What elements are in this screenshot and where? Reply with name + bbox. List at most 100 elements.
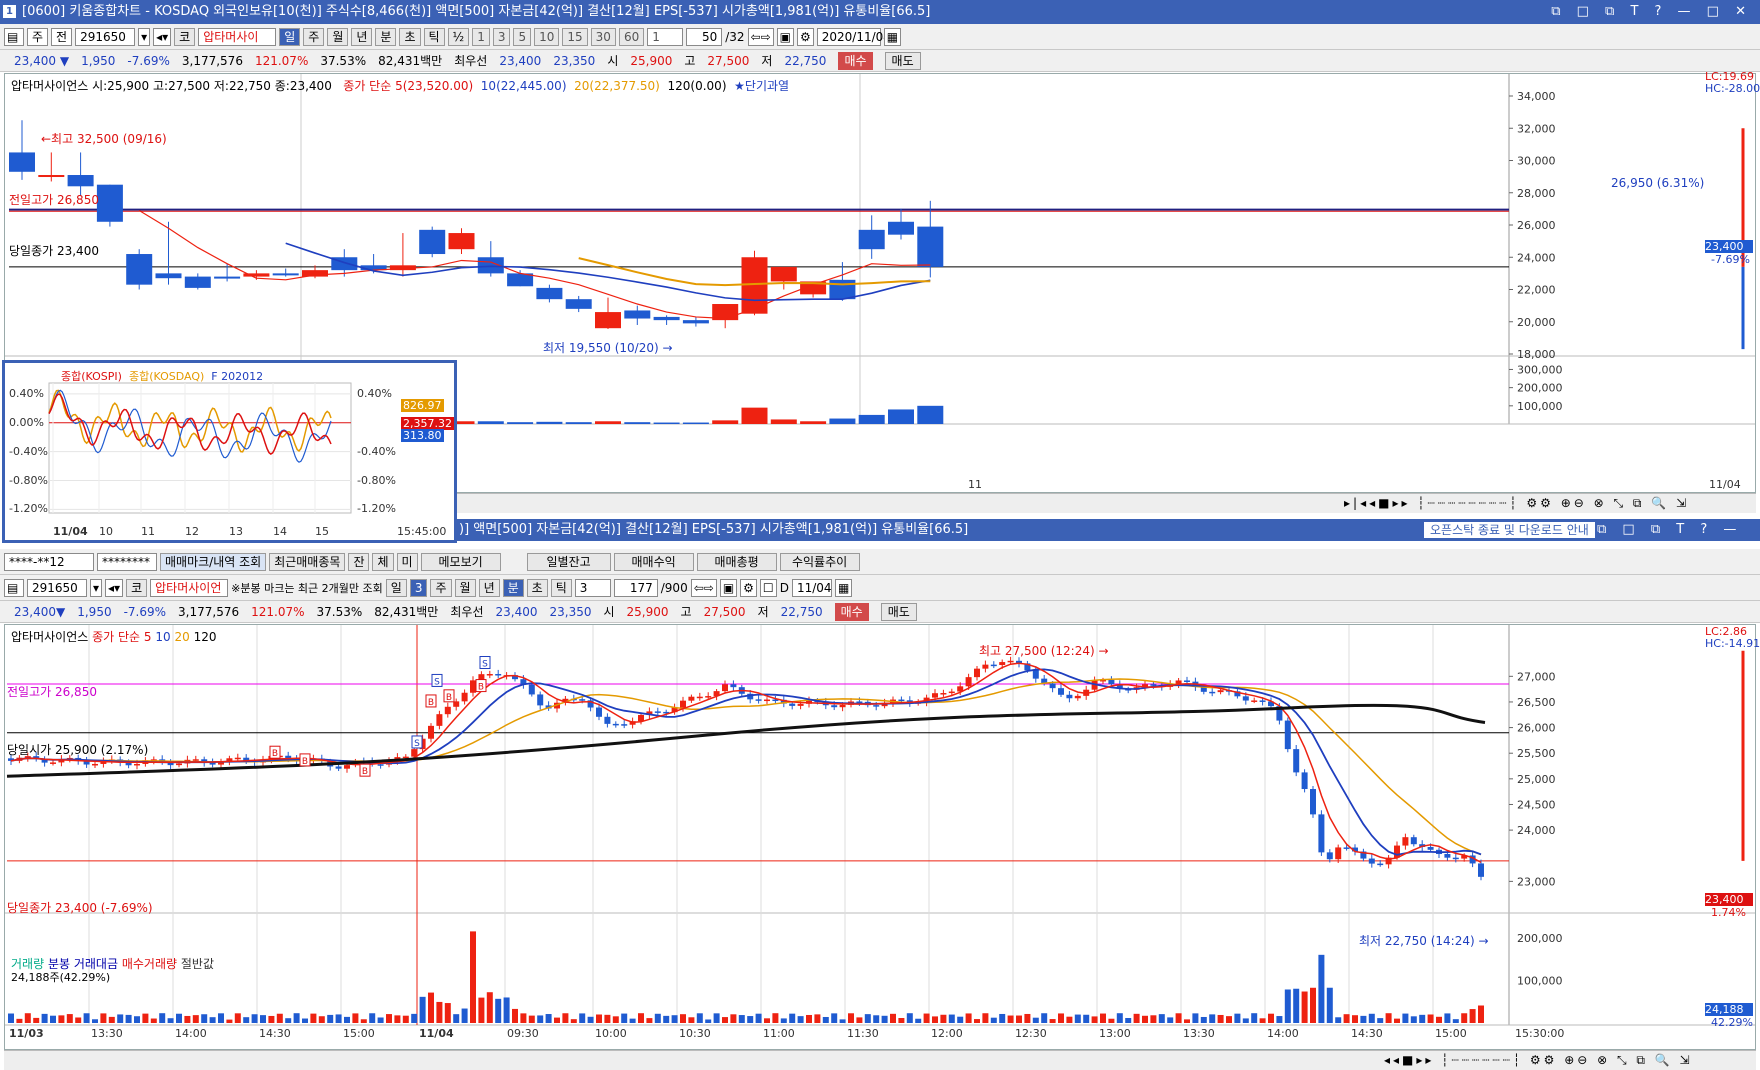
trade-mark-query-button[interactable]: 매매마크/내역 조회 <box>160 552 267 571</box>
period-minute[interactable]: 분 <box>375 27 397 46</box>
sell-button[interactable]: 매도 <box>884 51 921 70</box>
trade-profit-button[interactable]: 매매수익 <box>613 552 694 571</box>
min-candle <box>1217 690 1224 693</box>
min-x-label: 15:00 <box>1435 1027 1467 1040</box>
buy-button-2[interactable]: 매수 <box>834 602 869 621</box>
minute-1[interactable]: 1 <box>472 27 490 46</box>
trade-review-button[interactable]: 매매총평 <box>696 552 777 571</box>
min-volume-bar <box>251 1014 258 1023</box>
speaker-icon[interactable]: ◂▾ <box>153 27 172 46</box>
b-calendar-icon[interactable]: ▦ <box>834 578 853 597</box>
bid-price: 23,350 <box>553 53 596 68</box>
minute-mark-note: ※분봉 마크는 최근 2개월만 조회 <box>231 581 383 595</box>
chart-icon[interactable]: ▤ <box>4 27 24 46</box>
account-input[interactable]: ****-**12 <box>4 552 94 571</box>
type-select-1[interactable]: 주 <box>27 27 49 46</box>
minute-10[interactable]: 10 <box>534 27 560 46</box>
b-checkbox[interactable]: ☐ <box>759 578 777 597</box>
b-period-week[interactable]: 주 <box>430 578 452 597</box>
min-y-label: 25,000 <box>1517 773 1556 786</box>
buy-button[interactable]: 매수 <box>838 51 873 70</box>
open-label: 시 <box>607 54 619 68</box>
filled-button[interactable]: 체 <box>372 552 394 571</box>
code-input-2[interactable]: 291650 <box>27 578 87 597</box>
period-year[interactable]: 년 <box>351 27 373 46</box>
search-icon-2[interactable]: ▾ <box>90 578 103 597</box>
save-icon[interactable]: ▣ <box>776 27 794 46</box>
memo-button[interactable]: 메모보기 <box>420 552 501 571</box>
min-candle <box>898 699 905 702</box>
calendar-icon[interactable]: ▦ <box>883 27 902 46</box>
recent-trades-button[interactable]: 최근매매종목 <box>269 552 346 571</box>
b-count-select[interactable]: 3 <box>574 578 611 597</box>
period-tick[interactable]: 틱 <box>423 27 445 46</box>
b-date-input[interactable]: 11/04 <box>791 578 832 597</box>
b-period-day[interactable]: 일 <box>385 578 407 597</box>
count-input[interactable]: 50 <box>686 27 723 46</box>
date-input[interactable]: 2020/11/04 <box>816 27 891 46</box>
code-input[interactable]: 291650 <box>75 27 136 46</box>
speaker-icon-2[interactable]: ◂▾ <box>105 578 124 597</box>
min-volume-bar <box>596 1014 602 1023</box>
minute-3[interactable]: 3 <box>492 27 511 46</box>
high-label: 고 <box>684 54 696 68</box>
unfilled-button[interactable]: 미 <box>396 552 418 571</box>
index-mini-chart[interactable]: 종합(KOSPI) 종합(KOSDAQ) F 202012 0.40% 0.00%… <box>2 360 457 543</box>
min-volume-bar <box>940 1014 947 1023</box>
b-period-year[interactable]: 년 <box>478 578 500 597</box>
daily-volume-bar <box>595 421 621 424</box>
b-period-3[interactable]: 3 <box>409 578 428 597</box>
password-input[interactable]: ******** <box>97 552 157 571</box>
daily-volume-bar <box>477 421 504 424</box>
minute-15[interactable]: 15 <box>562 27 588 46</box>
scroll-icon[interactable]: ⇦⇨ <box>747 27 774 46</box>
minute-chart-panel[interactable]: 27,000 26,500 26,000 25,500 25,000 24,500 24,0… <box>4 624 1760 1050</box>
daily-y-label: 18,000 <box>1517 348 1556 361</box>
min-volume-bar <box>1066 1016 1073 1023</box>
period-day[interactable]: 일 <box>279 27 301 46</box>
gear-icon[interactable]: ⚙ <box>797 27 814 46</box>
min-ma20: 20 <box>174 630 190 644</box>
type-select-2[interactable]: 전 <box>51 27 73 46</box>
min-volume-bar <box>436 1001 443 1023</box>
minute-5[interactable]: 5 <box>513 27 532 46</box>
b-count-input[interactable]: 177 <box>613 578 658 597</box>
min-candle <box>873 705 880 707</box>
minute-scroll-controls[interactable]: ◂◂■▸▸ ┆┈┈┈┈┈┈┆ ⚙⚙ ⊕⊖ ⊗ ⤡ ⧉ 🔍 ⇲ <box>1384 1053 1693 1068</box>
b-period-month[interactable]: 월 <box>454 578 476 597</box>
chart-icon-2[interactable]: ▤ <box>4 578 24 597</box>
daily-scroll-controls[interactable]: ▸|◂◂■▸▸ ┆┈┈┈┈┈┈┈┈┆ ⚙⚙ ⊕⊖ ⊗ ⤡ ⧉ 🔍 ⇲ <box>1344 496 1689 511</box>
minute-60[interactable]: 60 <box>618 27 645 46</box>
daily-balance-button[interactable]: 일별잔고 <box>526 552 611 571</box>
window-controls[interactable]: ⧉ □ ⧉ T ? — □ ✕ <box>1551 0 1752 24</box>
min-candle <box>1251 700 1258 702</box>
b-save-icon[interactable]: ▣ <box>719 578 738 597</box>
b-period-second[interactable]: 초 <box>526 578 548 597</box>
half-button[interactable]: ½ <box>447 27 470 46</box>
balance-button[interactable]: 잔 <box>348 552 370 571</box>
minute-chart-svg[interactable]: 27,000 26,500 26,000 25,500 25,000 24,500 24,0… <box>5 625 1755 1049</box>
b-scroll-icon[interactable]: ⇦⇨ <box>690 578 717 597</box>
daily-volume-bar <box>565 422 592 424</box>
b-period-minute[interactable]: 분 <box>502 578 524 597</box>
count-select[interactable]: 1 <box>647 27 684 46</box>
mini-y-right-label: -1.20% <box>357 502 396 516</box>
minute-30[interactable]: 30 <box>590 27 616 46</box>
min-volume-bar <box>142 1013 149 1023</box>
notice-button[interactable]: 오픈스탁 종료 및 다운로드 안내 <box>1423 521 1596 539</box>
period-week[interactable]: 주 <box>303 27 325 46</box>
b-gear-icon[interactable]: ⚙ <box>740 578 757 597</box>
min-candle <box>92 763 98 766</box>
period-month[interactable]: 월 <box>327 27 349 46</box>
minute-scrollbar[interactable]: ◂◂■▸▸ ┆┈┈┈┈┈┈┆ ⚙⚙ ⊕⊖ ⊗ ⤡ ⧉ 🔍 ⇲ <box>4 1050 1756 1070</box>
min-vol-label: 100,000 <box>1517 974 1563 987</box>
return-trend-button[interactable]: 수익률추이 <box>779 552 860 571</box>
search-icon[interactable]: ▾ <box>138 27 151 46</box>
b-period-tick[interactable]: 틱 <box>550 578 572 597</box>
period-second[interactable]: 초 <box>399 27 421 46</box>
mini-y-left-label: -0.40% <box>9 444 48 458</box>
sell-button-2[interactable]: 매도 <box>880 602 917 621</box>
min-volume-bar <box>638 1013 644 1023</box>
min-volume-bar <box>209 1017 216 1023</box>
min-volume-bar <box>848 1013 854 1023</box>
